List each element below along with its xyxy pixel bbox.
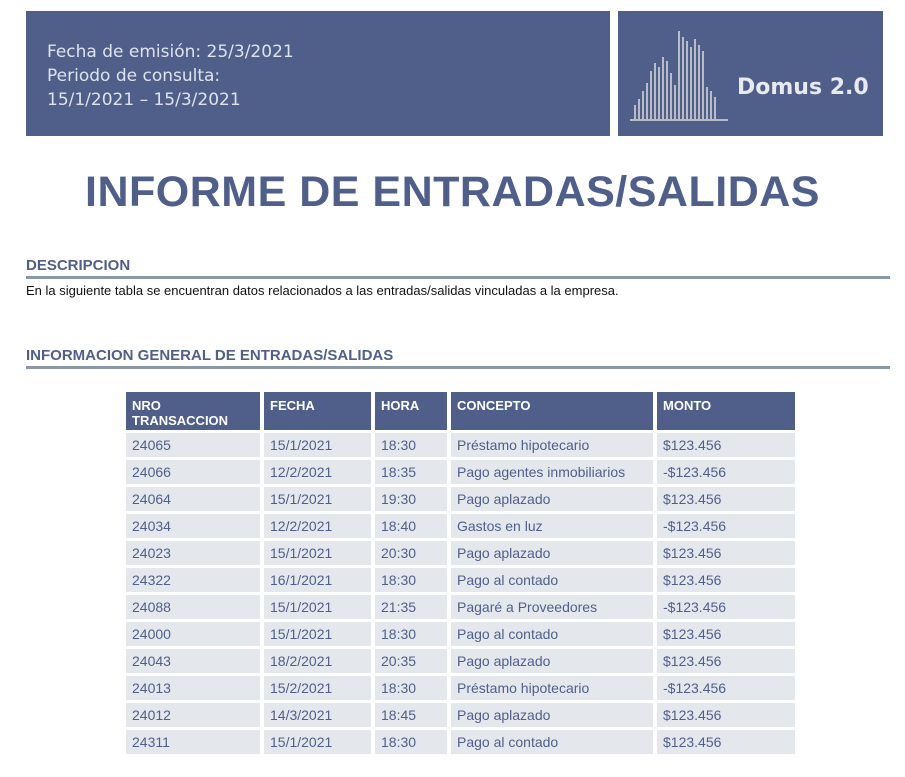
table-body: 24065 15/1/2021 18:30 Préstamo hipotecario $…: [126, 433, 795, 754]
cell-nro: 24322: [126, 568, 260, 592]
period-range: 15/1/2021 – 15/3/2021: [47, 90, 241, 110]
cell-monto: -$123.456: [657, 514, 795, 538]
cell-hora: 20:30: [375, 541, 447, 565]
section-heading-descripcion: DESCRIPCION: [26, 257, 890, 279]
cell-concepto: Pago aplazado: [451, 649, 653, 673]
brand-name: Domus 2.0: [737, 75, 869, 100]
building-logo-icon: [630, 31, 728, 121]
column-header-fecha: FECHA: [264, 392, 371, 430]
cell-fecha: 12/2/2021: [264, 514, 371, 538]
cell-monto: $123.456: [657, 730, 795, 754]
cell-monto: $123.456: [657, 703, 795, 727]
column-header-hora: HORA: [375, 392, 447, 430]
column-header-nro-label: NRO TRANSACCION: [132, 398, 229, 428]
cell-fecha: 15/1/2021: [264, 595, 371, 619]
cell-concepto: Pago al contado: [451, 622, 653, 646]
cell-nro: 24311: [126, 730, 260, 754]
cell-concepto: Gastos en luz: [451, 514, 653, 538]
cell-fecha: 15/1/2021: [264, 730, 371, 754]
cell-concepto: Pago al contado: [451, 568, 653, 592]
cell-concepto: Pago aplazado: [451, 487, 653, 511]
cell-fecha: 15/2/2021: [264, 676, 371, 700]
cell-nro: 24088: [126, 595, 260, 619]
cell-monto: $123.456: [657, 649, 795, 673]
issue-date: Fecha de emisión: 25/3/2021: [47, 42, 294, 62]
cell-hora: 18:35: [375, 460, 447, 484]
cell-monto: $123.456: [657, 433, 795, 457]
cell-monto: $123.456: [657, 568, 795, 592]
table-row: 24013 15/2/2021 18:30 Préstamo hipotecario -…: [126, 676, 795, 700]
section-heading-informacion: INFORMACION GENERAL DE ENTRADAS/SALIDAS: [26, 347, 890, 369]
cell-nro: 24023: [126, 541, 260, 565]
cell-fecha: 18/2/2021: [264, 649, 371, 673]
cell-hora: 18:30: [375, 730, 447, 754]
cell-hora: 21:35: [375, 595, 447, 619]
table-row: 24023 15/1/2021 20:30 Pago aplazado $123.456: [126, 541, 795, 565]
cell-concepto: Préstamo hipotecario: [451, 676, 653, 700]
table-row: 24322 16/1/2021 18:30 Pago al contado $123.4…: [126, 568, 795, 592]
cell-fecha: 14/3/2021: [264, 703, 371, 727]
cell-hora: 18:40: [375, 514, 447, 538]
description-text: En la siguiente tabla se encuentran dato…: [26, 283, 619, 298]
cell-nro: 24043: [126, 649, 260, 673]
cell-monto: -$123.456: [657, 595, 795, 619]
cell-monto: $123.456: [657, 622, 795, 646]
column-header-nro: NRO TRANSACCION: [126, 392, 260, 430]
cell-concepto: Préstamo hipotecario: [451, 433, 653, 457]
cell-concepto: Pago aplazado: [451, 703, 653, 727]
cell-nro: 24000: [126, 622, 260, 646]
cell-hora: 18:30: [375, 676, 447, 700]
cell-nro: 24013: [126, 676, 260, 700]
table-row: 24034 12/2/2021 18:40 Gastos en luz -$123.45…: [126, 514, 795, 538]
table-header-row: NRO TRANSACCION FECHA HORA CONCEPTO MONT…: [126, 392, 795, 430]
cell-fecha: 15/1/2021: [264, 541, 371, 565]
table-row: 24012 14/3/2021 18:45 Pago aplazado $123.456: [126, 703, 795, 727]
cell-monto: -$123.456: [657, 676, 795, 700]
cell-nro: 24064: [126, 487, 260, 511]
transactions-table: NRO TRANSACCION FECHA HORA CONCEPTO MONT…: [122, 389, 799, 757]
cell-nro: 24034: [126, 514, 260, 538]
cell-hora: 18:45: [375, 703, 447, 727]
cell-fecha: 15/1/2021: [264, 487, 371, 511]
cell-monto: $123.456: [657, 487, 795, 511]
cell-concepto: Pago al contado: [451, 730, 653, 754]
cell-hora: 20:35: [375, 649, 447, 673]
column-header-monto: MONTO: [657, 392, 795, 430]
cell-hora: 18:30: [375, 433, 447, 457]
cell-monto: $123.456: [657, 541, 795, 565]
report-meta: Fecha de emisión: 25/3/2021 Periodo de c…: [47, 40, 294, 112]
cell-monto: -$123.456: [657, 460, 795, 484]
cell-fecha: 15/1/2021: [264, 433, 371, 457]
cell-hora: 18:30: [375, 622, 447, 646]
page-title: INFORME DE ENTRADAS/SALIDAS: [85, 168, 820, 216]
table-row: 24065 15/1/2021 18:30 Préstamo hipotecario $…: [126, 433, 795, 457]
header-info-panel: Fecha de emisión: 25/3/2021 Periodo de c…: [26, 11, 610, 136]
table-row: 24066 12/2/2021 18:35 Pago agentes inmobili…: [126, 460, 795, 484]
period-label: Periodo de consulta:: [47, 66, 221, 86]
cell-fecha: 15/1/2021: [264, 622, 371, 646]
table-row: 24064 15/1/2021 19:30 Pago aplazado $123.456: [126, 487, 795, 511]
cell-fecha: 12/2/2021: [264, 460, 371, 484]
brand-panel: Domus 2.0: [618, 11, 883, 136]
cell-concepto: Pago aplazado: [451, 541, 653, 565]
table-row: 24088 15/1/2021 21:35 Pagaré a Proveedores -…: [126, 595, 795, 619]
cell-hora: 19:30: [375, 487, 447, 511]
table-row: 24311 15/1/2021 18:30 Pago al contado $123.4…: [126, 730, 795, 754]
cell-nro: 24065: [126, 433, 260, 457]
cell-nro: 24012: [126, 703, 260, 727]
cell-nro: 24066: [126, 460, 260, 484]
table-row: 24043 18/2/2021 20:35 Pago aplazado $123.456: [126, 649, 795, 673]
table-row: 24000 15/1/2021 18:30 Pago al contado $123.4…: [126, 622, 795, 646]
column-header-concepto: CONCEPTO: [451, 392, 653, 430]
cell-hora: 18:30: [375, 568, 447, 592]
cell-concepto: Pagaré a Proveedores: [451, 595, 653, 619]
cell-concepto: Pago agentes inmobiliarios: [451, 460, 653, 484]
cell-fecha: 16/1/2021: [264, 568, 371, 592]
